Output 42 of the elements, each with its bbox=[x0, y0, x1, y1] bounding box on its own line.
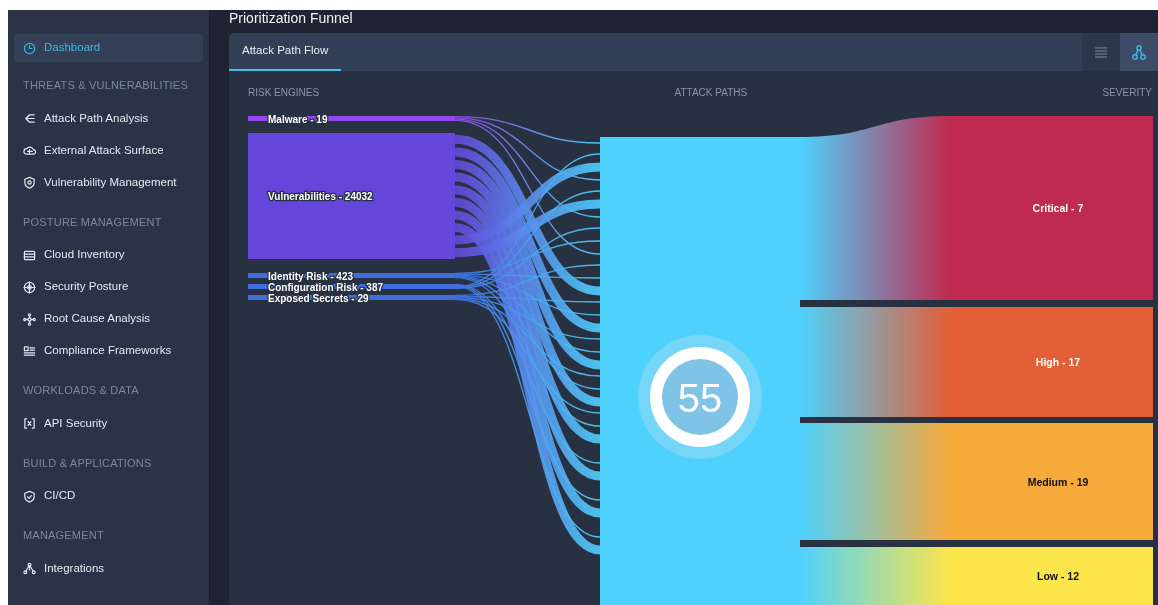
nav-item[interactable]: Dashboard bbox=[14, 34, 203, 62]
column-heading: ATTACK PATHS bbox=[674, 86, 748, 100]
database-icon bbox=[23, 248, 36, 262]
brackets-icon bbox=[23, 417, 36, 430]
tab[interactable]: Attack Path Flow bbox=[229, 33, 342, 71]
nav-item[interactable]: Compliance Frameworks bbox=[14, 335, 203, 367]
hierarchy-icon bbox=[1132, 44, 1146, 60]
node-label: High - 17 bbox=[1035, 356, 1081, 368]
section-heading: THREATS & VULNERABILITIES bbox=[22, 78, 189, 93]
nav-item[interactable]: Root Cause Analysis bbox=[14, 303, 203, 335]
section-heading: MANAGEMENT bbox=[22, 528, 105, 543]
node-label: Medium - 19 bbox=[1027, 475, 1089, 488]
page-title: Prioritization Funnel bbox=[229, 10, 354, 28]
nav-item[interactable]: Attack Path Analysis bbox=[14, 102, 203, 135]
clock-icon bbox=[23, 41, 36, 55]
section-heading: POSTURE MANAGEMENT bbox=[22, 214, 163, 230]
nav-item[interactable]: Cloud Inventory bbox=[14, 239, 203, 271]
diagram-view-button[interactable] bbox=[1120, 33, 1158, 71]
node-label: Vulnerabilities - 24032 bbox=[268, 191, 373, 202]
column-heading: SEVERITY bbox=[1102, 86, 1152, 100]
nodes-icon bbox=[23, 312, 36, 326]
score-value: 55 bbox=[677, 376, 723, 420]
section-heading: WORKLOADS & DATA bbox=[22, 383, 140, 398]
list-view-button[interactable] bbox=[1082, 33, 1120, 71]
nav-item[interactable]: Security Posture bbox=[14, 271, 203, 303]
cloud-icon bbox=[23, 144, 36, 157]
section-heading: BUILD & APPLICATIONS bbox=[22, 455, 153, 471]
checklist-icon bbox=[23, 344, 36, 358]
nav-item[interactable]: Vulnerability Management bbox=[14, 166, 203, 199]
list-icon bbox=[1095, 46, 1107, 58]
nav-item[interactable]: CI/CD bbox=[14, 480, 203, 512]
network-icon bbox=[23, 562, 36, 575]
nav-item[interactable]: External Attack Surface bbox=[14, 134, 203, 167]
shield-icon bbox=[23, 176, 36, 189]
target-icon bbox=[23, 280, 36, 294]
shield-icon bbox=[23, 489, 36, 503]
branch-icon bbox=[23, 112, 36, 125]
nav-item[interactable]: API Security bbox=[14, 407, 203, 440]
nav-item[interactable]: Integrations bbox=[14, 552, 203, 585]
node-label: Critical - 7 bbox=[1032, 202, 1084, 214]
node-label: Low - 12 bbox=[1037, 570, 1079, 582]
column-heading: RISK ENGINES bbox=[248, 86, 320, 100]
